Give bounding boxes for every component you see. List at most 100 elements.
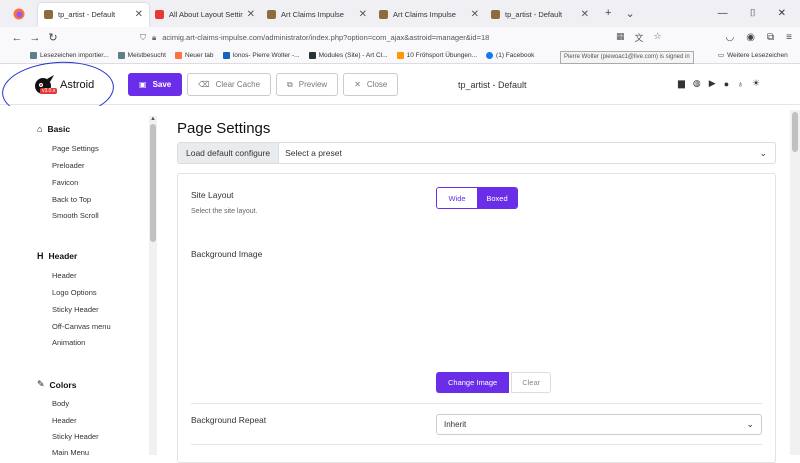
sidebar-item-off-canvas-menu[interactable]: Off-Canvas menu	[52, 322, 111, 331]
back-button[interactable]: ←	[8, 32, 26, 44]
sidebar-item-animation[interactable]: Animation	[52, 338, 85, 347]
bookmark-new-tab[interactable]: Neuer tab	[174, 52, 214, 59]
sidebar-item-colors-header[interactable]: Header	[52, 416, 77, 425]
sidebar-item-colors-sticky-header[interactable]: Sticky Header	[52, 432, 99, 441]
background-repeat-select[interactable]: Inherit ⌄	[436, 414, 762, 435]
reload-button[interactable]: ↻	[44, 31, 62, 44]
divider	[191, 444, 762, 445]
gear-icon	[117, 52, 125, 59]
clear-image-button[interactable]: Clear	[511, 372, 552, 393]
layout-boxed-option[interactable]: Boxed	[477, 188, 517, 208]
background-repeat-label: Background Repeat	[191, 415, 267, 425]
translate-icon[interactable]: 文	[634, 31, 643, 44]
support-icon[interactable]: ♁	[737, 79, 744, 89]
preset-select[interactable]: Select a preset	[279, 148, 342, 158]
home-icon: ⌂	[37, 124, 43, 134]
maximize-button[interactable]: ⌷	[750, 8, 756, 19]
bookmark-facebook[interactable]: (1) Facebook	[486, 52, 534, 59]
sidebar-group-colors[interactable]: ✎ Colors	[37, 379, 76, 390]
sidebar-item-preloader[interactable]: Preloader	[52, 161, 85, 170]
sidebar-group-header[interactable]: H Header	[37, 251, 77, 261]
tab-layout-settings[interactable]: All About Layout Settings ✕	[149, 3, 261, 27]
bookmark-ionos[interactable]: Ionos- Pierre Wolter -...	[222, 52, 300, 59]
close-button[interactable]: ✕ Close	[343, 73, 399, 96]
scroll-up-icon[interactable]: ▲	[150, 116, 156, 122]
bookmark-star-icon[interactable]: ☆	[653, 31, 661, 44]
firefox-icon[interactable]	[0, 0, 38, 27]
sidebar-item-logo-options[interactable]: Logo Options	[52, 288, 97, 297]
other-bookmarks[interactable]: ▭ Weitere Lesezeichen	[718, 51, 788, 60]
facebook-icon	[486, 52, 494, 59]
close-tab-icon[interactable]: ✕	[467, 9, 479, 20]
template-title: tp_artist - Default	[458, 80, 527, 90]
preset-row: Load default configure Select a preset ⌄	[177, 142, 776, 164]
forward-button[interactable]: →	[26, 32, 44, 44]
tab-tp-artist-default[interactable]: tp_artist - Default ✕	[38, 2, 149, 27]
sidebar-item-sticky-header[interactable]: Sticky Header	[52, 305, 99, 314]
sidebar-item-body[interactable]: Body	[52, 399, 69, 408]
new-tab-button[interactable]: +	[605, 7, 611, 20]
chevron-down-icon: ⌄	[746, 419, 754, 429]
tab-art-claims-1[interactable]: Art Claims Impulse ✕	[261, 3, 373, 27]
close-tab-icon[interactable]: ✕	[131, 9, 143, 20]
bookmark-import[interactable]: Lesezeichen importier...	[30, 52, 109, 59]
close-tab-icon[interactable]: ✕	[243, 9, 255, 20]
youtube-icon[interactable]: ▶	[709, 78, 716, 89]
joomla-favicon-icon	[379, 10, 388, 19]
sidebar-item-back-to-top[interactable]: Back to Top	[52, 195, 91, 204]
save-icon: ▣	[139, 80, 147, 89]
change-image-button[interactable]: Change Image	[436, 372, 510, 393]
sidebar-scroll-thumb[interactable]	[150, 124, 156, 242]
site-layout-toggle: Wide Boxed	[436, 187, 518, 209]
sidebar-item-main-menu[interactable]: Main Menu	[52, 448, 89, 457]
astroid-brand: Astroid v3.0.x	[0, 65, 120, 105]
background-image-actions: Change Image Clear	[436, 372, 552, 393]
shield-icon[interactable]: ⛉	[140, 33, 146, 43]
tab-tp-artist-default-2[interactable]: tp_artist - Default ✕	[485, 3, 595, 27]
save-button[interactable]: ▣ Save	[128, 73, 183, 96]
site-icon	[396, 52, 404, 59]
window-close-button[interactable]: ✕	[778, 8, 786, 19]
joomla-icon	[308, 52, 316, 59]
facebook-icon[interactable]: ●	[724, 79, 729, 89]
ionos-icon	[222, 52, 230, 59]
sidebar-group-basic[interactable]: ⌂ Basic	[37, 124, 70, 134]
chevron-down-icon[interactable]: ⌄	[759, 148, 775, 159]
sidebar-scrollbar[interactable]: ▲	[149, 116, 157, 455]
clear-cache-button[interactable]: ⌫ Clear Cache	[187, 73, 272, 96]
account-icon[interactable]: ◉	[746, 32, 755, 43]
bookmark-modules[interactable]: Modules (Site) - Art Cl...	[308, 52, 388, 59]
github-icon[interactable]: ◍	[693, 78, 701, 89]
bookmark-fruehsport[interactable]: 10 Fröhsport Übungen...	[396, 52, 477, 59]
sidebar-item-favicon[interactable]: Favicon	[52, 178, 78, 187]
main-scrollbar[interactable]	[790, 110, 800, 455]
eraser-icon: ⌫	[198, 80, 210, 89]
url-bar[interactable]: ⛉ 🔒︎ acimig.art-claims-impulse.com/admin…	[140, 29, 666, 46]
lock-icon[interactable]: 🔒︎	[152, 33, 156, 43]
close-icon: ✕	[354, 80, 361, 89]
load-default-button[interactable]: Load default configure	[178, 143, 280, 163]
sidebar-item-page-settings[interactable]: Page Settings	[52, 144, 99, 153]
close-tab-icon[interactable]: ✕	[577, 9, 589, 20]
page-actions-icon[interactable]: ▦	[616, 31, 625, 44]
extensions-icon[interactable]: ⧉	[767, 32, 774, 43]
theme-toggle-icon[interactable]: ☀	[752, 78, 760, 89]
close-tab-icon[interactable]: ✕	[355, 9, 367, 20]
sidebar-item-smooth-scroll[interactable]: Smooth Scroll	[52, 211, 99, 220]
browser-nav-bar: ← → ↻ ⛉ 🔒︎ acimig.art-claims-impulse.com…	[0, 27, 800, 48]
tab-art-claims-2[interactable]: Art Claims Impulse ✕	[373, 3, 485, 27]
preview-button[interactable]: ⧉ Preview	[276, 73, 339, 96]
main-scroll-thumb[interactable]	[792, 112, 798, 152]
layout-wide-option[interactable]: Wide	[437, 188, 477, 208]
menu-icon[interactable]: ≡	[786, 32, 792, 43]
minimize-button[interactable]: —	[718, 8, 728, 19]
pocket-icon[interactable]: ◡	[726, 32, 735, 43]
external-link-icon: ⧉	[287, 79, 293, 89]
browser-tab-bar: tp_artist - Default ✕ All About Layout S…	[0, 0, 800, 27]
sidebar-item-header[interactable]: Header	[52, 271, 77, 280]
tab-list-button[interactable]: ⌄	[625, 7, 634, 20]
firefox-icon	[174, 52, 182, 59]
docs-icon[interactable]: ▆	[678, 78, 685, 89]
bookmark-most-visited[interactable]: Meistbesucht	[117, 52, 166, 59]
site-layout-desc: Select the site layout.	[191, 208, 258, 215]
